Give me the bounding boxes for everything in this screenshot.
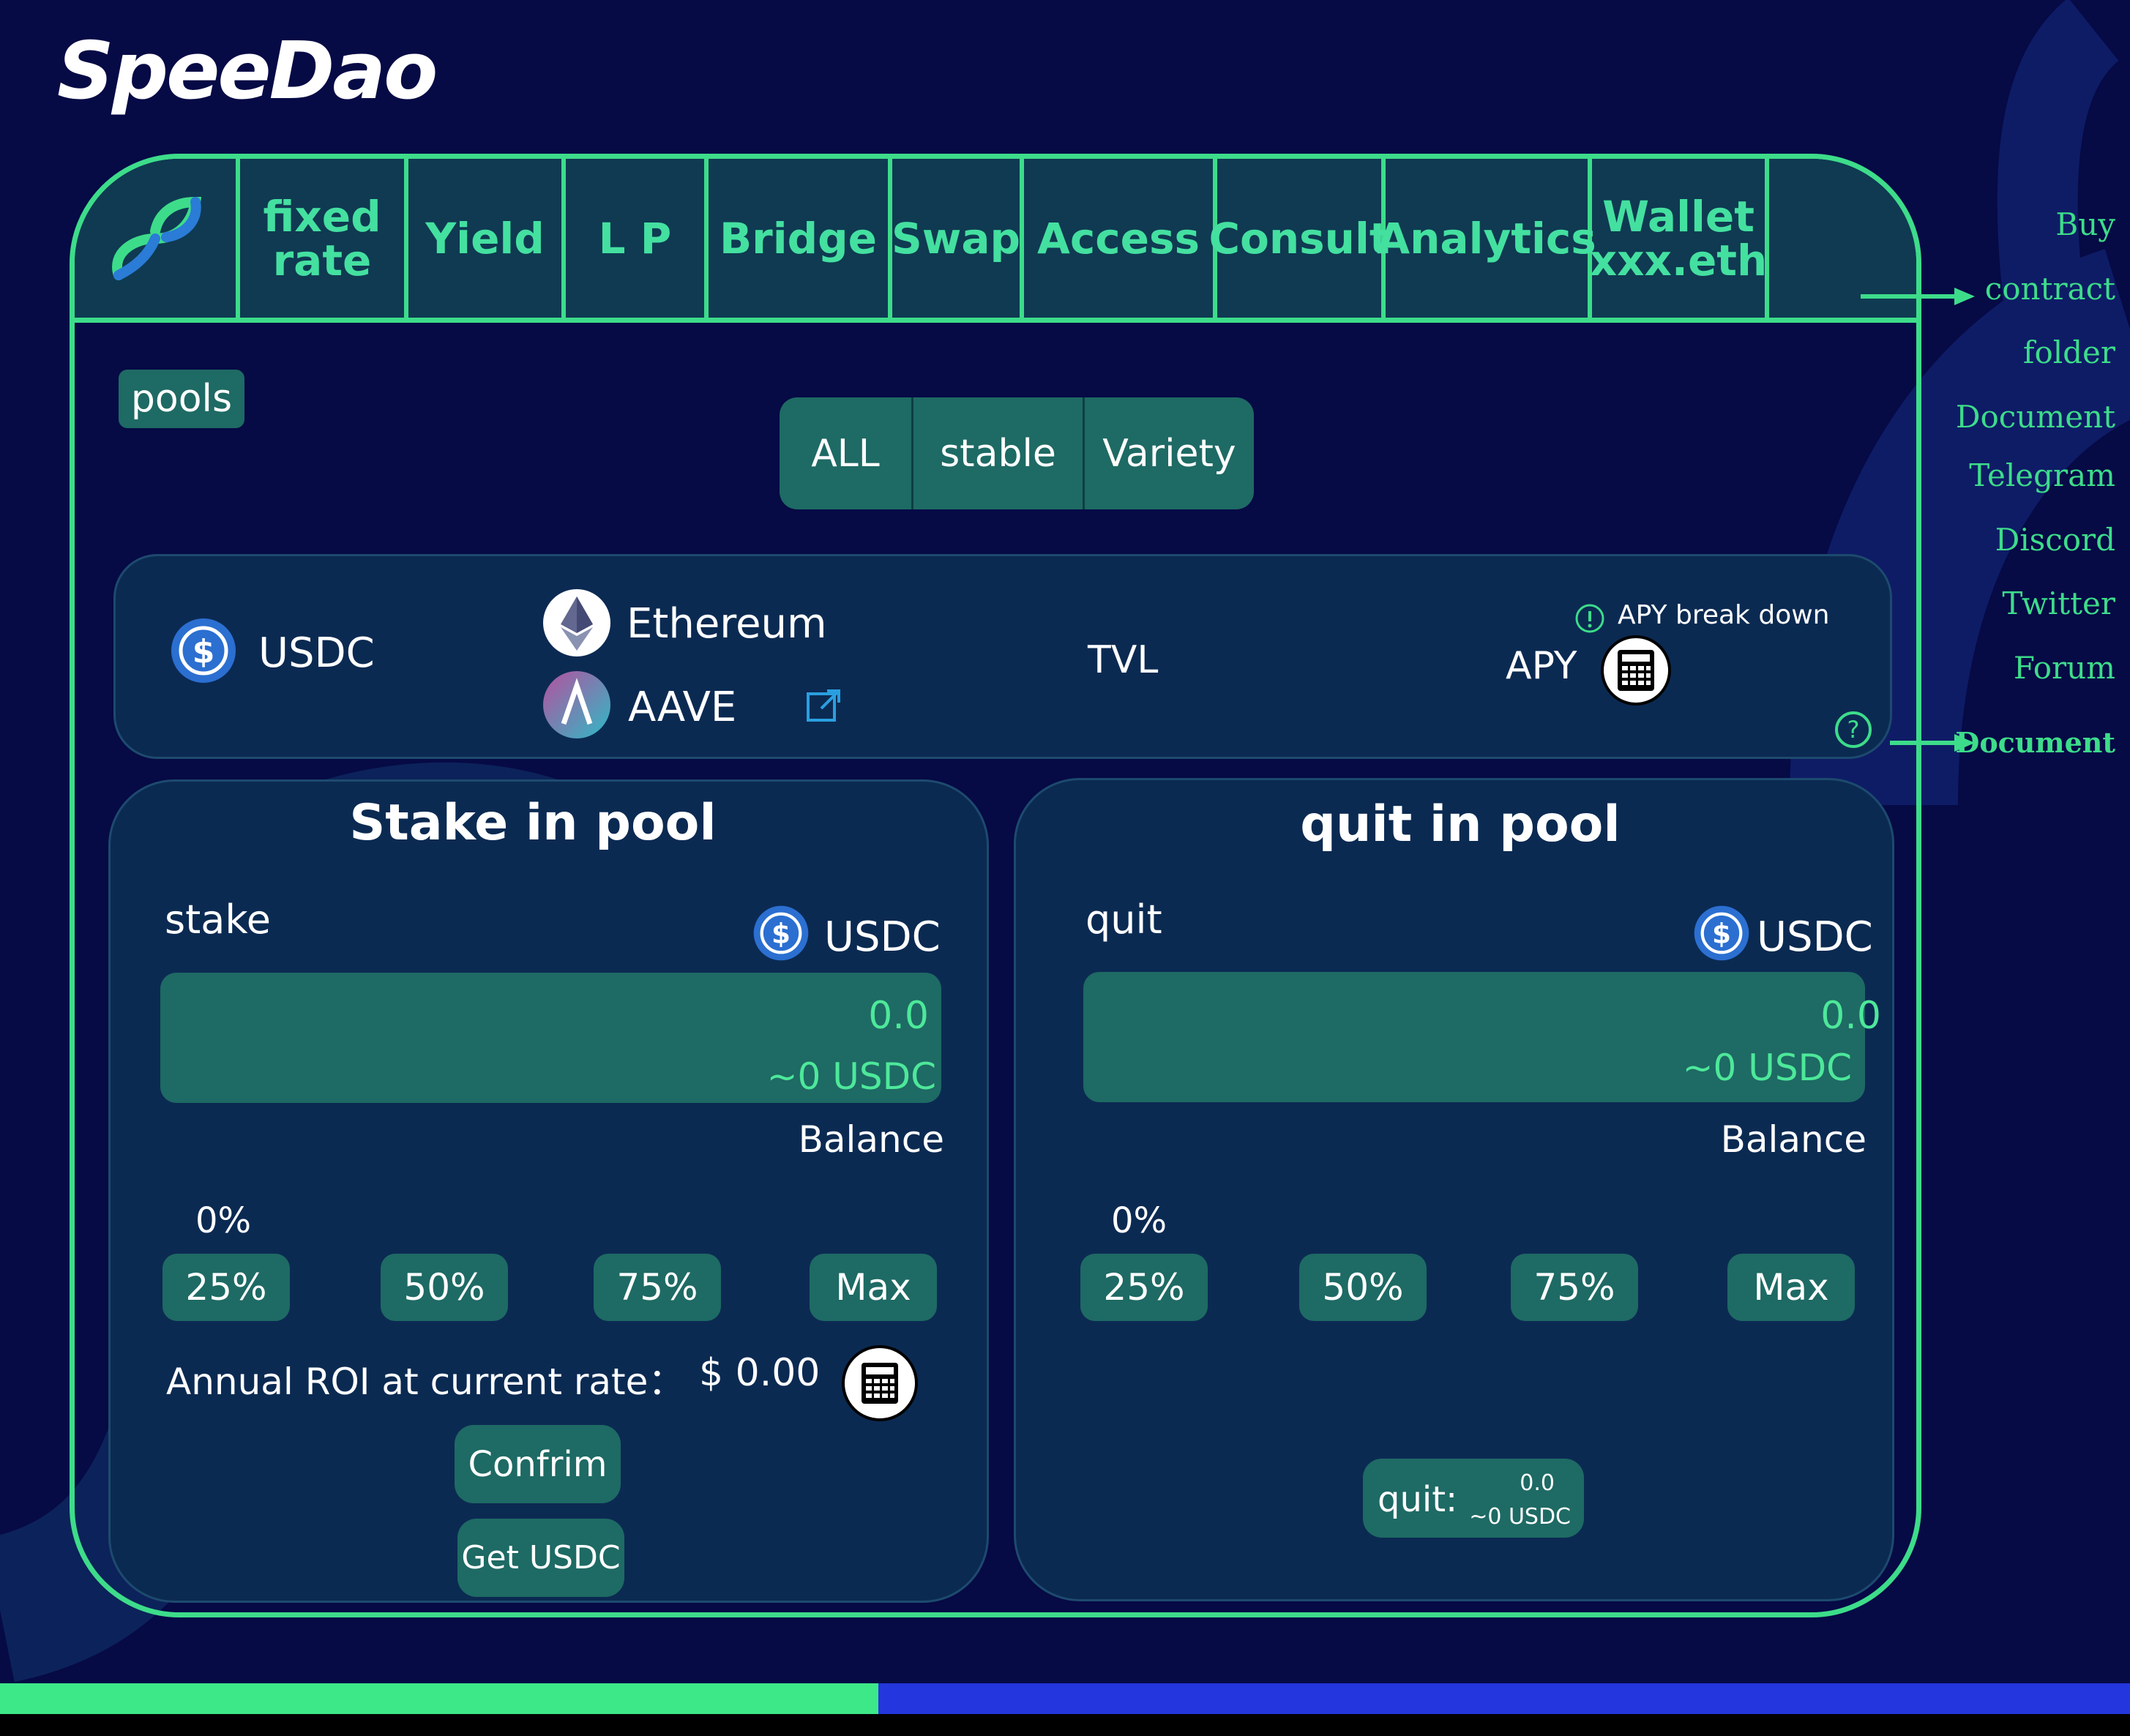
nav-wallet[interactable]: Wallet xxx.eth (1590, 159, 1769, 318)
apy-label: APY (1506, 644, 1577, 688)
quit-submit-button[interactable]: quit: 0.0 ~0 USDC (1363, 1459, 1584, 1538)
quit-50-button[interactable]: 50% (1299, 1254, 1427, 1321)
stake-75-button[interactable]: 75% (594, 1254, 721, 1321)
side-link-document[interactable]: Document (1956, 399, 2115, 435)
usdc-icon: $ (171, 618, 236, 683)
bottom-bar-blue (878, 1683, 2130, 1714)
bottom-bar-green (0, 1683, 878, 1714)
bottom-strip (0, 1714, 2130, 1736)
external-link-icon[interactable] (805, 686, 843, 725)
stake-25-button[interactable]: 25% (162, 1254, 290, 1321)
pool-token-label: USDC (258, 629, 375, 677)
stake-token-label: USDC (824, 913, 941, 961)
arrow-right-icon (1861, 288, 1975, 305)
leaf-logo-icon (112, 196, 202, 280)
pool-chain-label: Ethereum (627, 600, 827, 648)
quit-token-label: USDC (1757, 913, 1873, 961)
quit-percent: 0% (1111, 1200, 1167, 1241)
tvl-label: TVL (1088, 638, 1159, 682)
pool-protocol-label: AAVE (628, 684, 737, 731)
quit-amount-approx: ~0 USDC (1682, 1047, 1852, 1089)
roi-value: $ 0.00 (699, 1351, 821, 1395)
side-link-telegram[interactable]: Telegram (1969, 457, 2115, 493)
stake-balance-label: Balance (798, 1118, 944, 1161)
stake-50-button[interactable]: 50% (381, 1254, 508, 1321)
stake-max-button[interactable]: Max (810, 1254, 937, 1321)
stake-amount-approx: ~0 USDC (766, 1055, 936, 1098)
quit-submit-label: quit: (1378, 1479, 1458, 1520)
aave-icon (543, 671, 610, 738)
app-logo[interactable]: SpeeDao (57, 26, 438, 117)
nav-swap[interactable]: Swap (892, 159, 1024, 318)
calculator-icon[interactable] (842, 1345, 918, 1421)
stake-percent: 0% (195, 1200, 252, 1241)
svg-text:$: $ (1712, 918, 1731, 950)
quit-submit-amount: 0.0 (1520, 1470, 1555, 1496)
nav-home-logo[interactable] (75, 159, 240, 318)
get-usdc-button[interactable]: Get USDC (457, 1519, 624, 1597)
top-navbar: fixed rate Yield L P Bridge Swap Access … (75, 159, 1916, 323)
quit-25-button[interactable]: 25% (1080, 1254, 1208, 1321)
confirm-button[interactable]: Confrim (455, 1425, 621, 1503)
stake-label: stake (165, 897, 271, 943)
svg-text:$: $ (771, 918, 791, 950)
filter-stable[interactable]: stable (913, 397, 1085, 509)
side-link-twitter[interactable]: Twitter (2002, 585, 2115, 621)
quit-submit-approx: ~0 USDC (1469, 1504, 1571, 1530)
usdc-icon: $ (1694, 905, 1749, 961)
info-icon[interactable] (1574, 602, 1606, 635)
quit-amount-value: 0.0 (1820, 994, 1881, 1038)
nav-bridge[interactable]: Bridge (709, 159, 892, 318)
calculator-icon[interactable] (1601, 635, 1671, 706)
roi-label: Annual ROI at current rate： (166, 1361, 685, 1403)
stake-amount-value: 0.0 (868, 994, 929, 1038)
help-icon[interactable]: ? (1834, 710, 1873, 749)
side-link-document-doc[interactable]: Document (1955, 726, 2115, 759)
side-link-buy[interactable]: Buy (2055, 206, 2115, 242)
nav-lp[interactable]: L P (566, 159, 709, 318)
quit-label: quit (1085, 897, 1162, 943)
pools-tag: pools (119, 370, 244, 428)
quit-panel-title: quit in pool (1300, 796, 1621, 853)
quit-max-button[interactable]: Max (1727, 1254, 1855, 1321)
pool-filter: ALL stable Variety (780, 397, 1254, 509)
filter-all[interactable]: ALL (780, 397, 913, 509)
side-link-forum[interactable]: Forum (2014, 650, 2115, 686)
nav-fixed-rate[interactable]: fixed rate (240, 159, 408, 318)
side-link-contract[interactable]: contract (1985, 271, 2115, 307)
side-link-discord[interactable]: Discord (1995, 522, 2115, 558)
nav-access[interactable]: Access (1024, 159, 1217, 318)
nav-analytics[interactable]: Analytics (1377, 159, 1596, 318)
side-link-folder[interactable]: folder (2023, 334, 2115, 370)
svg-text:?: ? (1847, 716, 1860, 744)
ethereum-icon (543, 589, 610, 656)
svg-text:$: $ (193, 633, 215, 670)
arrow-right-icon (1890, 734, 1975, 752)
filter-variety[interactable]: Variety (1085, 397, 1254, 509)
stake-panel-title: Stake in pool (349, 794, 717, 852)
quit-balance-label: Balance (1720, 1118, 1866, 1161)
usdc-icon: $ (753, 905, 809, 961)
quit-75-button[interactable]: 75% (1511, 1254, 1638, 1321)
apy-breakdown-label[interactable]: APY break down (1618, 600, 1829, 630)
nav-consult[interactable]: Consult (1208, 159, 1390, 318)
nav-yield[interactable]: Yield (408, 159, 566, 318)
